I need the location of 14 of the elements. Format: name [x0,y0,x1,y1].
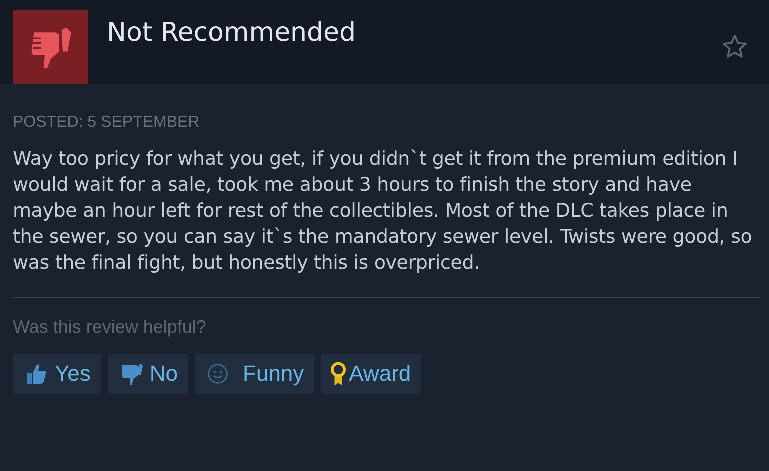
review-text: Way too pricy for what you get, if you didn`t get it from the premium edition I would wait for a sale, took me about 3 hours to finish the story and have maybe an hour left for rest of the collectibles. Most of the DLC takes place in the sewer, so you can say it`s the mandatory sewer level. Twists were good, so was the final fight, but honestly this is overpriced. [13,147,754,276]
review-verdict: Not Recommended [107,18,356,48]
no-button[interactable]: No [108,354,188,394]
thumbs-down-icon [13,10,88,84]
posted-date: POSTED: 5 SEPTEMBER [13,114,201,132]
thumbs-down-icon [120,362,144,386]
smiley-icon [207,363,230,385]
funny-button[interactable]: Funny [195,354,314,394]
star-icon[interactable] [721,33,749,61]
helpful-prompt: Was this review helpful? [13,317,208,338]
yes-button[interactable]: Yes [13,354,101,394]
award-button[interactable]: Award [321,354,422,394]
award-ribbon-icon [331,362,346,386]
thumbs-up-icon [25,362,49,386]
